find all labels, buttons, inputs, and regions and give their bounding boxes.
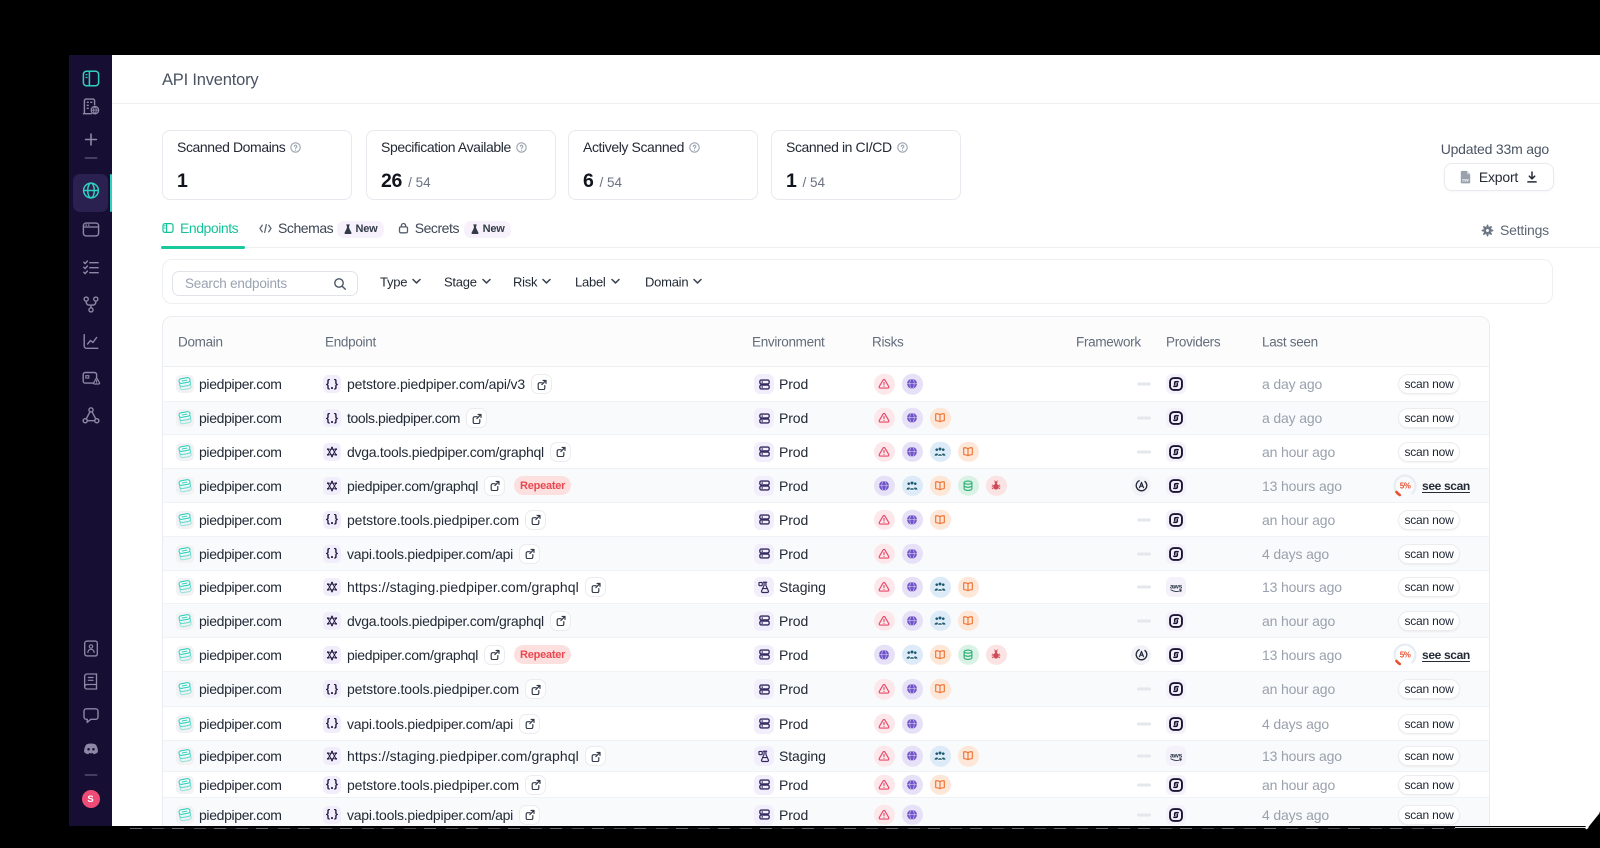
svg-text:csv: csv bbox=[1462, 177, 1469, 182]
svg-text:5%: 5% bbox=[1400, 481, 1411, 490]
svg-text:5%: 5% bbox=[1400, 650, 1411, 659]
